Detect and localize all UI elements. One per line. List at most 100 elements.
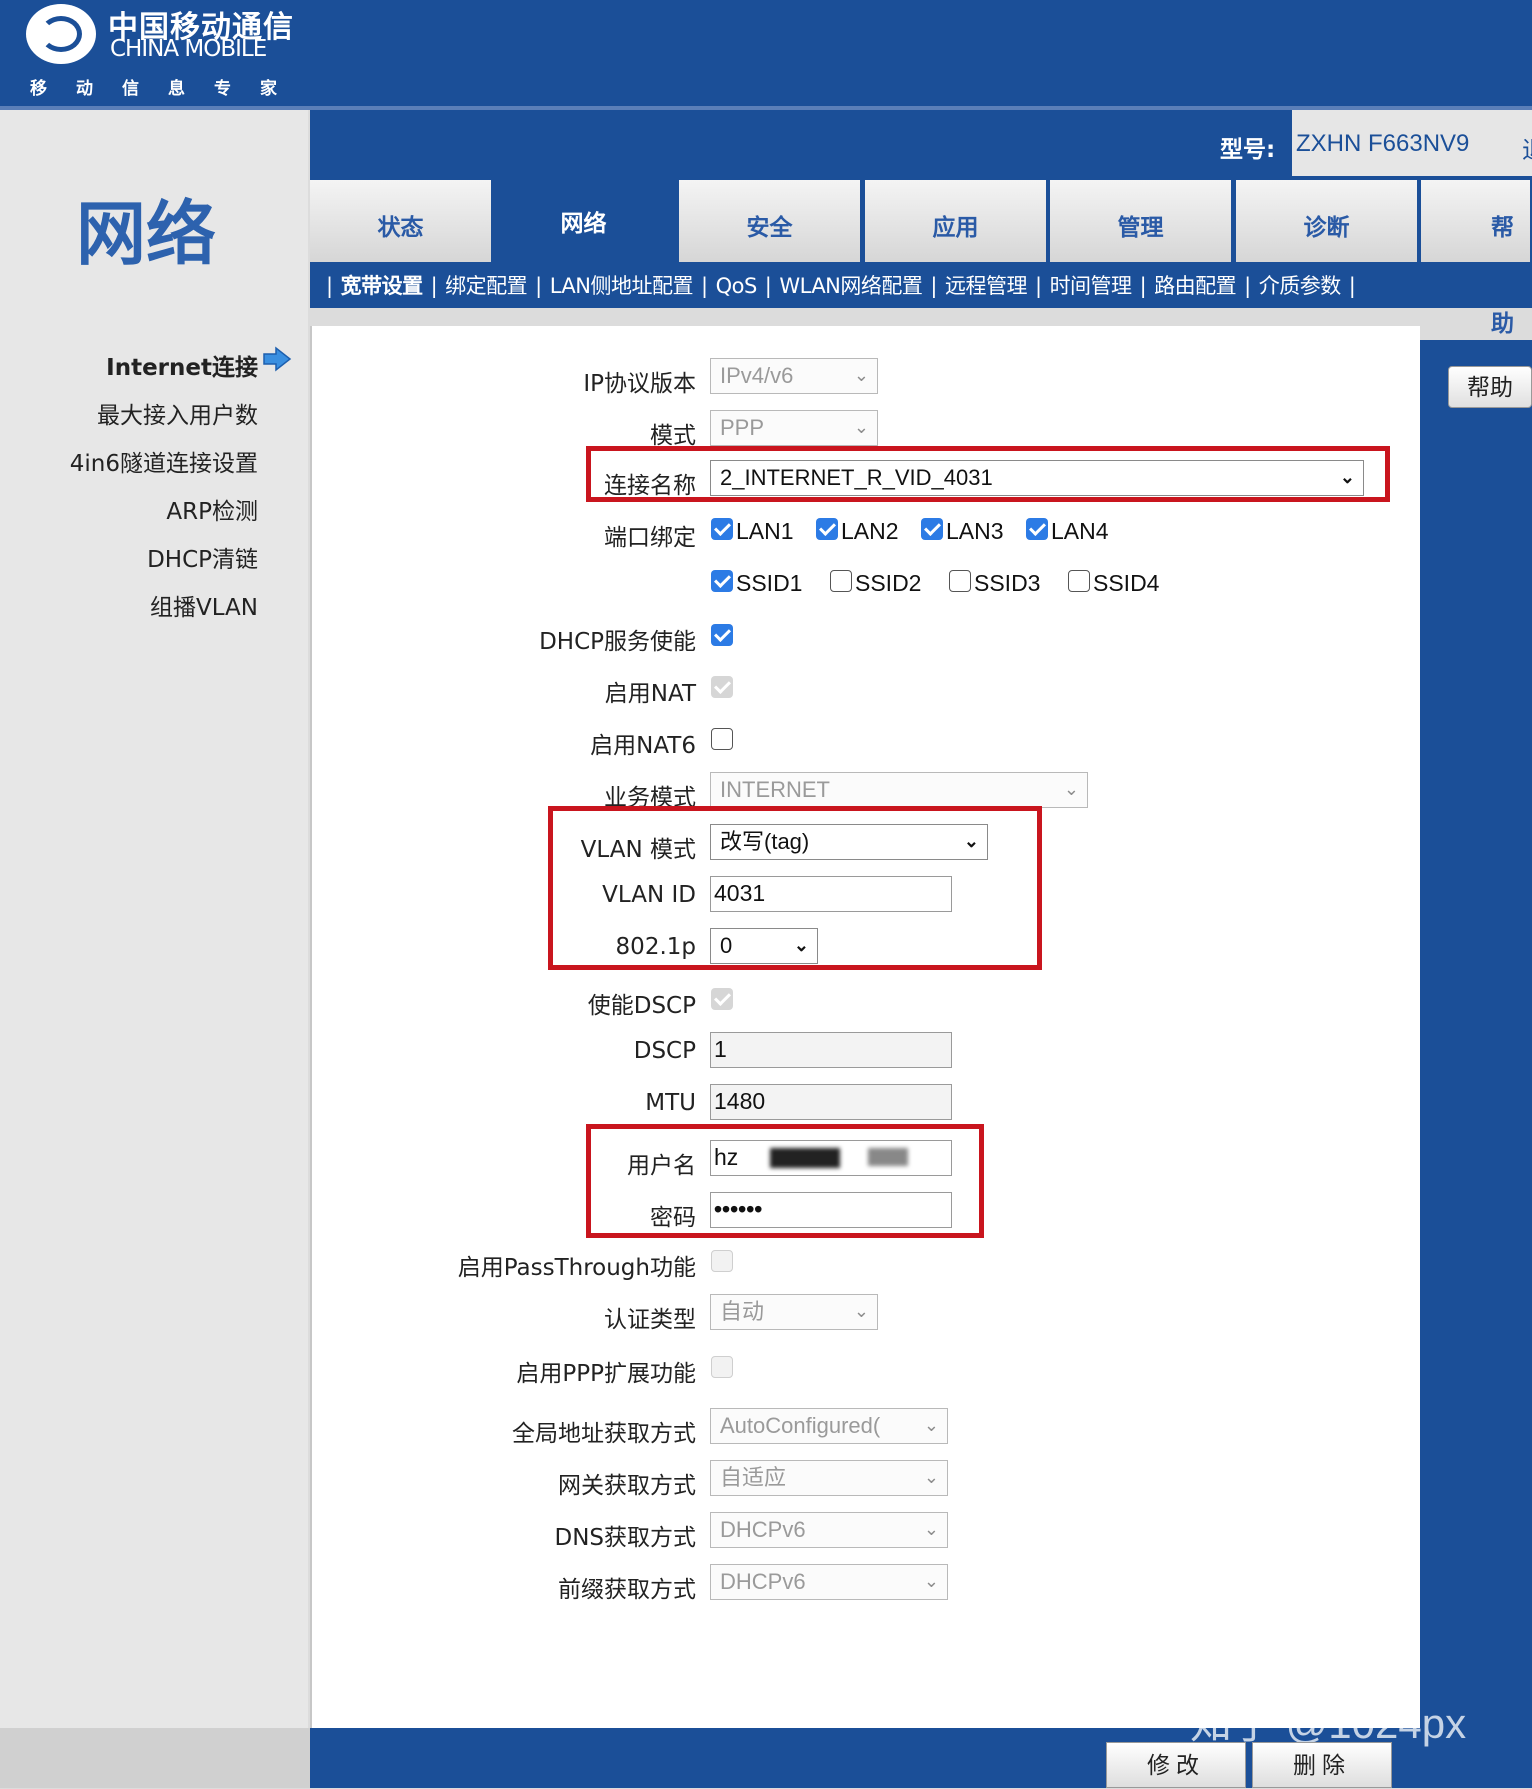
subnav-broadband[interactable]: 宽带设置 (341, 270, 424, 300)
brand-tagline: 移动信息专家 (30, 79, 306, 99)
tab-diagnosis[interactable]: 诊断 (1236, 180, 1419, 262)
help-button[interactable]: 帮助 (1448, 366, 1532, 408)
sidebar-item-max-users[interactable]: 最大接入用户数 (97, 396, 258, 430)
ssid3-checkbox[interactable] (949, 570, 971, 592)
vlan-mode-select[interactable]: 改写(tag) ⌄ (710, 824, 988, 860)
gateway-label: 网关获取方式 (558, 1473, 696, 1499)
password-label: 密码 (650, 1205, 696, 1231)
subnav-route[interactable]: 路由配置 (1154, 270, 1237, 300)
lan2-label: LAN2 (841, 518, 899, 544)
lan3-checkbox[interactable] (921, 518, 943, 540)
left-sidebar (0, 308, 308, 1728)
nat-label: 启用NAT (604, 681, 696, 707)
lan4-checkbox[interactable] (1026, 518, 1048, 540)
chevron-down-icon: ⌄ (1063, 779, 1079, 799)
sidebar-item-multicast-vlan[interactable]: 组播VLAN (150, 588, 258, 622)
modify-button[interactable]: 修改 (1106, 1742, 1246, 1788)
mtu-label: MTU (645, 1090, 696, 1116)
dhcp-enable-checkbox[interactable] (711, 624, 733, 646)
nat6-label: 启用NAT6 (590, 733, 696, 759)
redacted-blur (868, 1148, 908, 1166)
ip-version-select[interactable]: IPv4/v6 ⌄ (710, 358, 878, 394)
arrow-right-icon (263, 346, 292, 372)
ssid2-checkbox[interactable] (830, 570, 852, 592)
mtu-input[interactable]: 1480 (710, 1084, 952, 1120)
tab-help[interactable]: 帮助 (1421, 180, 1532, 337)
help-column (1420, 340, 1532, 1730)
ssid1-checkbox[interactable] (711, 570, 733, 592)
footer-left (0, 1728, 310, 1788)
username-text: hz (714, 1144, 739, 1170)
china-mobile-logo-icon (26, 4, 96, 64)
sub-nav-links: | 宽带设置 | 绑定配置 | LAN侧地址配置 | QoS | WLAN网络配置 | 远程管理 | 时间… (318, 270, 1363, 300)
nat-checkbox (711, 676, 733, 698)
tab-network[interactable]: 网络 (493, 176, 676, 262)
chevron-down-icon: ⌄ (963, 831, 979, 851)
dscp-label: DSCP (633, 1038, 696, 1064)
username-label: 用户名 (627, 1153, 696, 1179)
subnav-remote[interactable]: 远程管理 (945, 270, 1028, 300)
ssid1-label: SSID1 (736, 570, 803, 596)
lan2-checkbox[interactable] (816, 518, 838, 540)
ssid4-label: SSID4 (1093, 570, 1160, 596)
chevron-down-icon: ⌄ (853, 365, 869, 385)
mode-select[interactable]: PPP ⌄ (710, 410, 878, 446)
nat6-checkbox[interactable] (711, 728, 733, 750)
dscp-input[interactable]: 1 (710, 1032, 952, 1068)
passthrough-checkbox (711, 1250, 733, 1272)
tab-management[interactable]: 管理 (1050, 180, 1233, 262)
mode-label: 模式 (650, 423, 696, 449)
tab-status[interactable]: 状态 (310, 180, 493, 262)
sidebar-item-internet[interactable]: Internet连接 (106, 348, 258, 382)
subnav-media[interactable]: 介质参数 (1259, 270, 1342, 300)
subnav-lan-address[interactable]: LAN侧地址配置 (550, 270, 694, 300)
prefix-select[interactable]: DHCPv6 ⌄ (710, 1564, 948, 1600)
subnav-time[interactable]: 时间管理 (1050, 270, 1133, 300)
delete-button[interactable]: 删除 (1252, 1742, 1392, 1788)
conn-name-label: 连接名称 (604, 473, 696, 499)
sidebar-item-dhcp-clear[interactable]: DHCP清链 (147, 540, 258, 574)
lan1-label: LAN1 (736, 518, 794, 544)
global-addr-label: 全局地址获取方式 (512, 1421, 696, 1447)
lan3-label: LAN3 (946, 518, 1004, 544)
ppp-ext-checkbox (711, 1356, 733, 1378)
section-title: 网络 (76, 192, 216, 275)
dot1p-label: 802.1p (615, 934, 696, 960)
auth-type-select[interactable]: 自动 ⌄ (710, 1294, 878, 1330)
passthrough-label: 启用PassThrough功能 (457, 1255, 696, 1281)
sidebar-item-arp[interactable]: ARP检测 (166, 492, 258, 526)
ssid4-checkbox[interactable] (1068, 570, 1090, 592)
subnav-qos[interactable]: QoS (716, 274, 758, 298)
dscp-enable-label: 使能DSCP (587, 993, 696, 1019)
global-addr-select[interactable]: AutoConfigured(⌄ (710, 1408, 948, 1444)
chevron-down-icon: ⌄ (923, 1519, 939, 1539)
ip-version-label: IP协议版本 (583, 371, 696, 397)
tab-application[interactable]: 应用 (865, 180, 1048, 262)
tab-security[interactable]: 安全 (679, 180, 862, 262)
dot1p-select[interactable]: 0 ⌄ (710, 928, 818, 964)
chevron-down-icon: ⌄ (1339, 467, 1355, 487)
chevron-down-icon: ⌄ (923, 1415, 939, 1435)
conn-name-select[interactable]: 2_INTERNET_R_VID_4031 ⌄ (710, 460, 1364, 496)
model-label: 型号: (1220, 137, 1276, 163)
vlan-id-input[interactable]: 4031 (710, 876, 952, 912)
ssid2-label: SSID2 (855, 570, 922, 596)
model-value: ZXHN F663NV9 (1296, 130, 1470, 157)
password-input[interactable]: •••••• (710, 1192, 952, 1228)
subnav-wlan[interactable]: WLAN网络配置 (779, 270, 923, 300)
lan1-checkbox[interactable] (711, 518, 733, 540)
port-binding-label: 端口绑定 (604, 525, 696, 551)
gateway-select[interactable]: 自适应 ⌄ (710, 1460, 948, 1496)
dns-select[interactable]: DHCPv6 ⌄ (710, 1512, 948, 1548)
subnav-binding[interactable]: 绑定配置 (445, 270, 528, 300)
dscp-enable-checkbox (711, 988, 733, 1010)
logout-link[interactable]: 退 (1522, 130, 1532, 165)
chevron-down-icon: ⌄ (923, 1467, 939, 1487)
dhcp-enable-label: DHCP服务使能 (539, 629, 696, 655)
sidebar-item-4in6[interactable]: 4in6隧道连接设置 (70, 444, 258, 478)
chevron-down-icon: ⌄ (853, 1301, 869, 1321)
vlan-id-label: VLAN ID (602, 882, 696, 908)
chevron-down-icon: ⌄ (793, 935, 809, 955)
service-mode-select[interactable]: INTERNET ⌄ (710, 772, 1088, 808)
auth-type-label: 认证类型 (604, 1307, 696, 1333)
